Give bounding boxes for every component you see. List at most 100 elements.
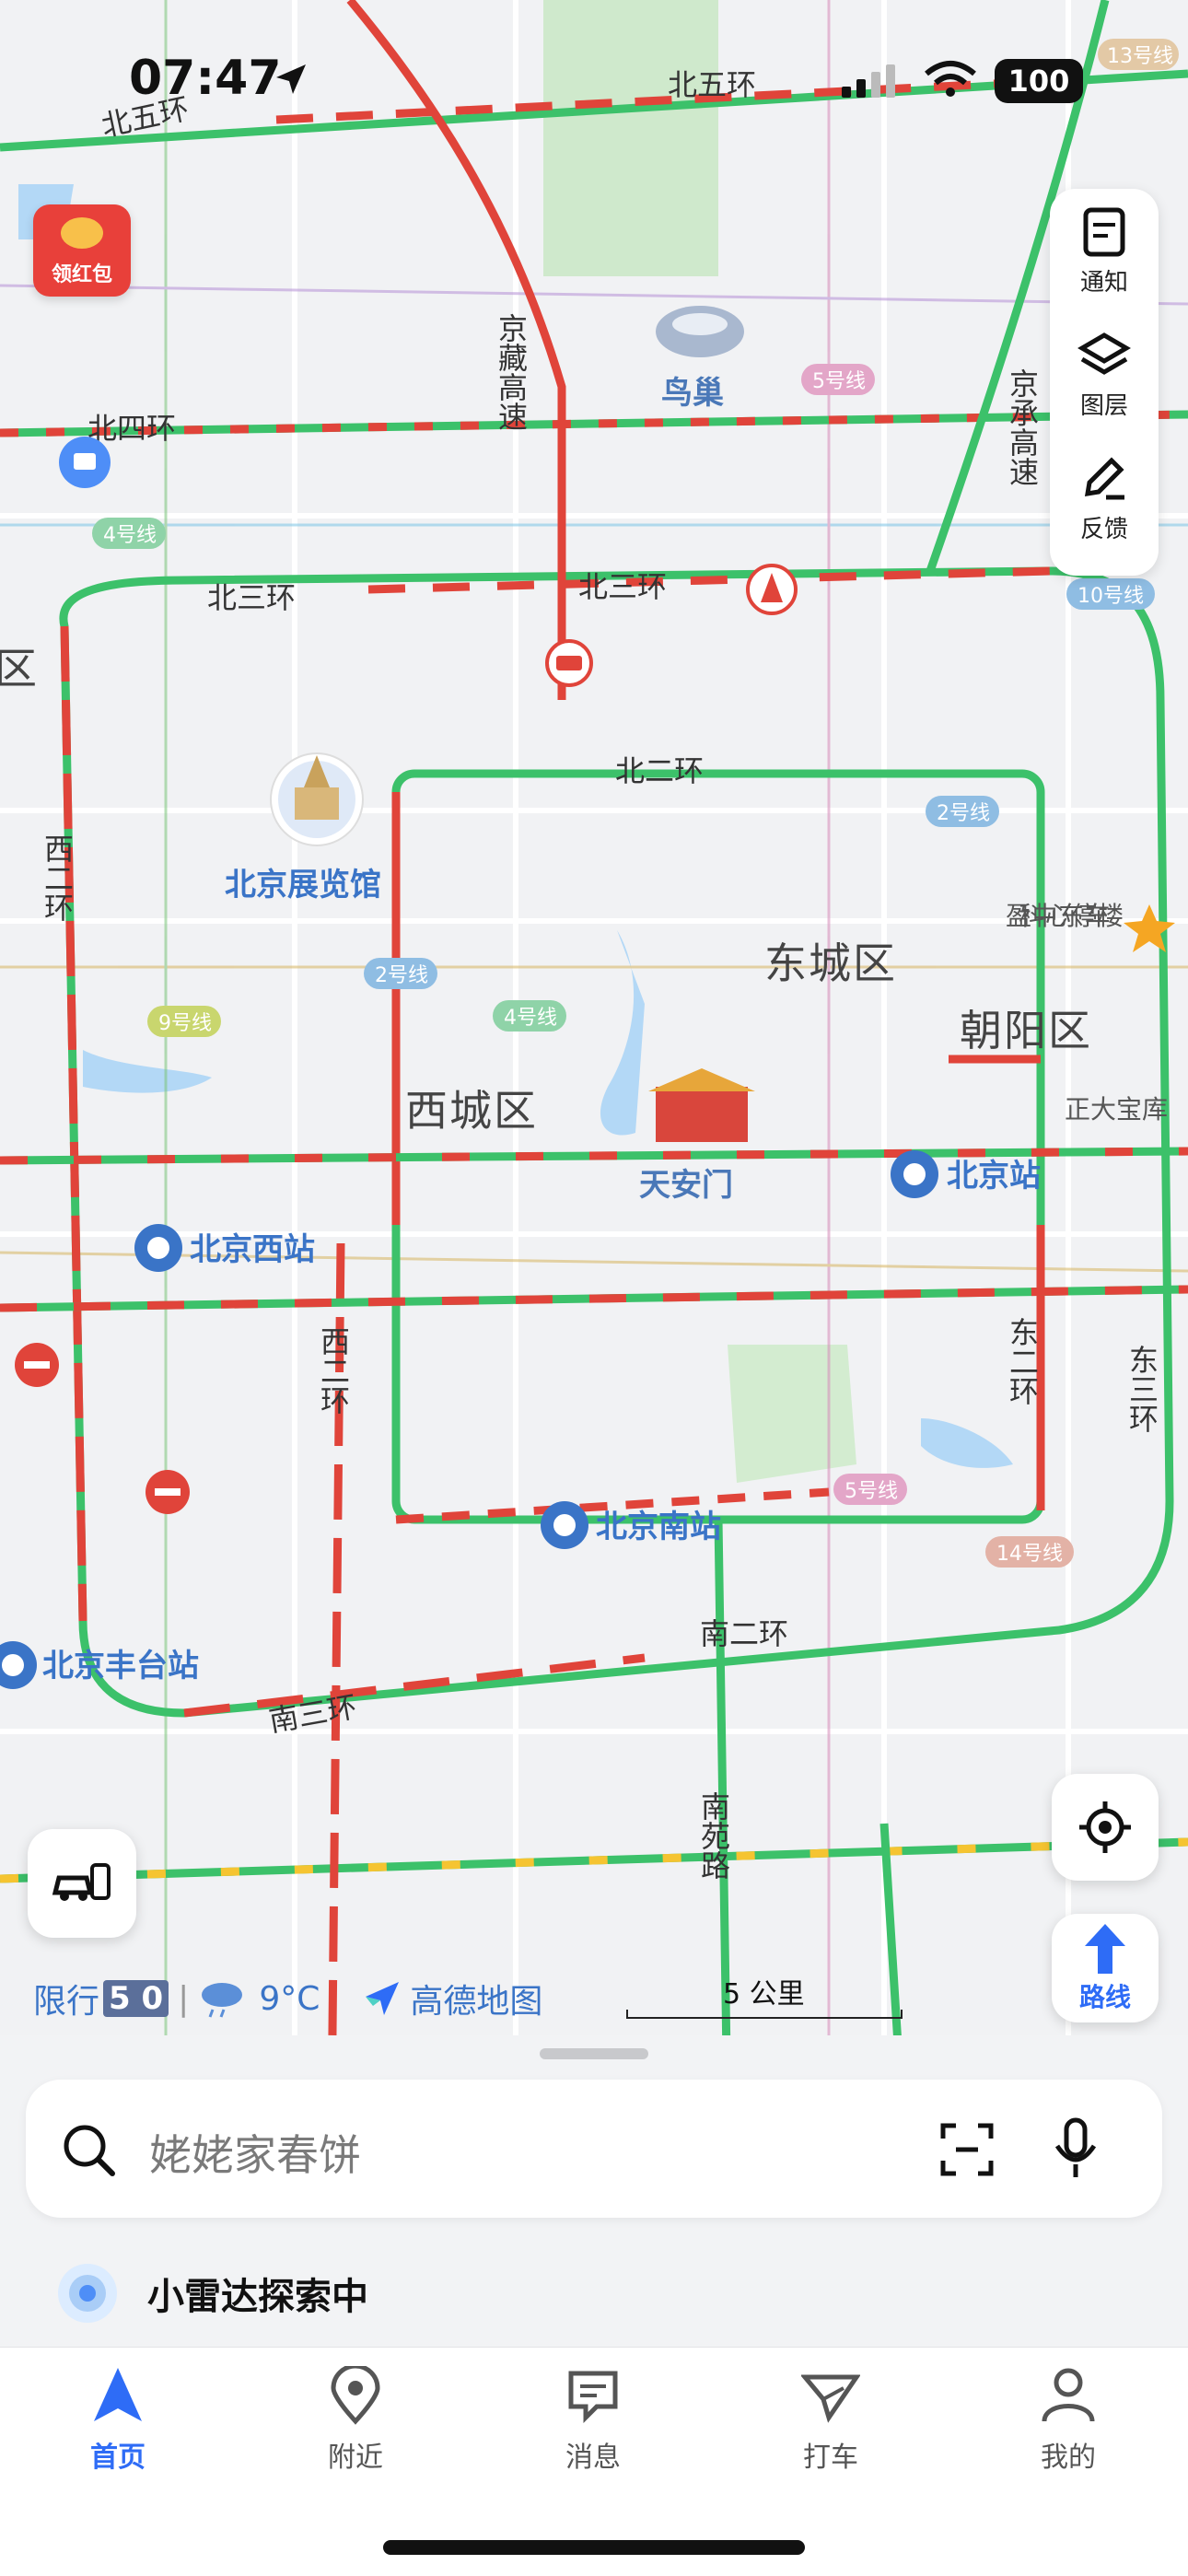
status-time: 07:47 — [129, 51, 282, 106]
sheet-drag-handle[interactable] — [540, 2048, 648, 2059]
temple-of-heaven-park — [728, 1345, 856, 1483]
poi-bird-nest[interactable]: 鸟巢 — [656, 306, 744, 412]
map-tools-panel: 通知 图层 反馈 — [1050, 189, 1159, 576]
signal-icon — [842, 64, 895, 98]
layers-label: 图层 — [1079, 391, 1128, 420]
no-entry-icon — [155, 1488, 181, 1496]
tab-messages-label: 消息 — [565, 2442, 621, 2474]
road-label-west2: 西二环 — [316, 1326, 351, 1415]
cloud-rain-icon — [202, 1983, 243, 2018]
red-packet-button[interactable]: 领红包 — [33, 204, 131, 297]
wifi-icon — [925, 61, 976, 97]
svg-text:盈科中心东停车楼: 盈科中心东停车楼 — [1006, 901, 1124, 931]
tab-profile[interactable]: 我的 — [995, 2366, 1142, 2486]
route-label: 路线 — [1078, 1982, 1131, 2012]
notice-label: 通知 — [1079, 268, 1128, 297]
district-haidian-partial: 区 — [0, 644, 39, 694]
separator: | — [178, 1979, 190, 2018]
map-canvas[interactable]: 北五环 北五环 北四环 北三环 北三环 北二环 京藏高速 京承高速 西二环 西二… — [0, 0, 1188, 2118]
svg-text:2号线: 2号线 — [375, 964, 428, 987]
svg-text:5号线: 5号线 — [844, 1480, 898, 1503]
notice-button[interactable]: 通知 — [1050, 189, 1159, 312]
locate-icon — [1079, 1801, 1131, 1853]
poi-zhengda[interactable]: 正大宝库 — [1065, 1094, 1168, 1125]
road-label-jingzang: 京藏高速 — [494, 313, 529, 431]
poi-fengtai-station[interactable]: 北京丰台站 — [0, 1641, 199, 1689]
no-entry-marker-1[interactable] — [15, 1343, 59, 1387]
user-icon — [1042, 2368, 1095, 2422]
lake-east — [921, 1418, 1013, 1468]
layers-icon — [1077, 332, 1131, 375]
microphone-icon[interactable] — [1048, 2116, 1103, 2181]
info-bar: 限行 5 0 | 9°C 高德地图 — [33, 1971, 542, 2026]
svg-text:9号线: 9号线 — [158, 1012, 212, 1035]
tab-home[interactable]: 首页 — [44, 2366, 192, 2486]
no-entry-icon — [24, 1361, 50, 1369]
tab-profile-label: 我的 — [1041, 2442, 1096, 2474]
search-bar[interactable]: 姥姥家春饼 — [26, 2080, 1162, 2218]
tab-taxi-label: 打车 — [803, 2442, 858, 2474]
svg-text:2号线: 2号线 — [937, 802, 990, 825]
poi-beijing-station[interactable]: 北京站 — [891, 1150, 1041, 1198]
home-indicator — [383, 2540, 805, 2555]
red-packet-label: 领红包 — [51, 263, 112, 286]
roadwork-marker[interactable] — [746, 564, 798, 615]
svg-text:14号线: 14号线 — [996, 1543, 1063, 1566]
road-label-east3: 东三环 — [1124, 1345, 1159, 1433]
route-arrow-icon — [1085, 1924, 1125, 1974]
road-label-jingcheng: 京承高速 — [1005, 368, 1040, 486]
svg-text:北京站: 北京站 — [947, 1158, 1041, 1195]
road-label-west3: 西二环 — [40, 833, 75, 922]
car-phone-icon — [52, 1863, 111, 1901]
poi-west-station[interactable]: 北京西站 — [134, 1224, 315, 1272]
location-pin-icon — [331, 2366, 380, 2425]
red-packet-icon — [61, 217, 103, 249]
scan-icon[interactable] — [938, 2120, 996, 2179]
radar-text: 小雷达探索中 — [147, 2276, 368, 2318]
lake — [600, 930, 645, 1136]
search-input[interactable]: 姥姥家春饼 — [149, 2122, 361, 2183]
battery-indicator: 100 — [995, 59, 1083, 103]
road-label-nanyuan: 南苑路 — [696, 1791, 731, 1880]
poi-south-station[interactable]: 北京南站 — [541, 1501, 721, 1549]
poi-tiananmen[interactable]: 天安门 — [639, 1068, 755, 1204]
feedback-button[interactable]: 反馈 — [1050, 436, 1159, 559]
ring-roads — [0, 0, 1188, 2118]
status-bar: 07:47 100 — [0, 0, 1188, 138]
road-label-north2: 北二环 — [615, 753, 704, 788]
scale-bar: 5 公里 — [626, 1971, 903, 2026]
road-label-north3-right: 北三环 — [578, 569, 667, 604]
tab-nearby[interactable]: 附近 — [282, 2366, 429, 2486]
tiananmen-icon — [656, 1087, 748, 1142]
camera-marker-1[interactable] — [545, 639, 593, 687]
lake-west — [83, 1050, 212, 1093]
svg-text:北京丰台站: 北京丰台站 — [42, 1648, 199, 1684]
star-icon — [1124, 904, 1175, 952]
district-xicheng: 西城区 — [405, 1086, 538, 1136]
tab-nearby-label: 附近 — [328, 2442, 383, 2474]
svg-text:5号线: 5号线 — [812, 370, 866, 393]
road-label-south2: 南二环 — [700, 1616, 788, 1651]
tab-taxi[interactable]: 打车 — [757, 2366, 904, 2486]
no-entry-marker-2[interactable] — [146, 1470, 190, 1514]
scale-label: 5 公里 — [723, 1978, 805, 2011]
tab-home-label: 首页 — [90, 2442, 146, 2474]
radar-status[interactable]: 小雷达探索中 — [55, 2256, 368, 2330]
drive-mode-button[interactable] — [28, 1829, 136, 1938]
district-dongcheng: 东城区 — [764, 938, 897, 988]
road-label-east2: 东二环 — [1005, 1317, 1040, 1405]
location-pin-marker[interactable] — [59, 437, 111, 488]
svg-text:4号线: 4号线 — [103, 524, 157, 547]
road-label-north3: 北三环 — [207, 580, 296, 615]
layers-button[interactable]: 图层 — [1050, 312, 1159, 436]
tab-messages[interactable]: 消息 — [519, 2366, 667, 2486]
route-button[interactable]: 路线 — [1052, 1914, 1159, 2022]
taxi-flag-icon — [801, 2374, 860, 2423]
road-label-north4: 北四环 — [87, 411, 176, 446]
poi-exhibition[interactable]: 北京展览馆 — [225, 752, 381, 903]
location-arrow-icon — [276, 64, 306, 94]
search-icon — [64, 2125, 115, 2176]
poi-yingke[interactable]: 盈科中心东停车楼 — [1006, 901, 1175, 952]
svg-text:北京西站: 北京西站 — [190, 1231, 315, 1268]
locate-button[interactable] — [1052, 1774, 1159, 1881]
